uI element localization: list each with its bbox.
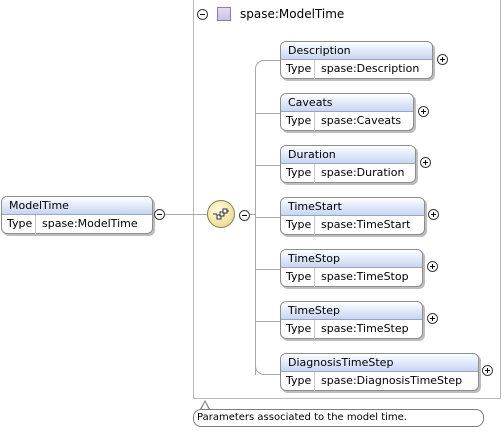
tree-trunk-line <box>255 71 256 375</box>
element-name: ModelTime <box>2 197 152 215</box>
type-label: Type <box>281 112 315 131</box>
element-name: TimeStop <box>281 250 422 268</box>
type-value: spase:Caveats <box>321 114 402 127</box>
collapse-root-icon[interactable] <box>154 209 165 220</box>
element-diagnosistimestep[interactable]: DiagnosisTimeStep Type spase:DiagnosisTi… <box>280 353 479 391</box>
element-timestep[interactable]: TimeStep Type spase:TimeStep <box>280 301 423 339</box>
element-name: DiagnosisTimeStep <box>281 354 478 372</box>
complex-type-icon <box>217 7 231 21</box>
type-label: Type <box>281 372 315 391</box>
root-connector-line <box>165 214 208 215</box>
expand-caveats-icon[interactable] <box>418 106 429 117</box>
element-caveats[interactable]: Caveats Type spase:Caveats <box>280 93 414 131</box>
type-label: Type <box>281 268 315 287</box>
branch-connector <box>256 321 280 322</box>
type-value: spase:TimeStop <box>321 270 409 283</box>
type-value: spase:DiagnosisTimeStep <box>321 374 463 387</box>
sequence-compositor-icon[interactable] <box>207 200 235 228</box>
expand-timestop-icon[interactable] <box>427 261 438 272</box>
expand-timestart-icon[interactable] <box>428 209 439 220</box>
type-value: spase:Description <box>321 62 420 75</box>
element-name: Duration <box>281 146 415 164</box>
branch-connector <box>256 217 280 218</box>
element-name: Description <box>281 42 432 60</box>
element-name: TimeStart <box>281 198 424 216</box>
branch-connector <box>255 363 280 375</box>
type-label: Type <box>281 320 315 339</box>
expand-timestep-icon[interactable] <box>427 313 438 324</box>
element-duration[interactable]: Duration Type spase:Duration <box>280 145 416 183</box>
type-value: spase:Duration <box>321 166 405 179</box>
branch-connector <box>256 269 280 270</box>
collapse-group-icon[interactable] <box>197 9 208 20</box>
type-value: spase:ModelTime <box>42 217 138 230</box>
expand-description-icon[interactable] <box>437 54 448 65</box>
type-value: spase:TimeStart <box>321 218 411 231</box>
element-name: Caveats <box>281 94 413 112</box>
element-name: TimeStep <box>281 302 422 320</box>
collapse-sequence-icon[interactable] <box>239 210 250 221</box>
documentation-tooltip: Parameters associated to the model time. <box>193 409 484 427</box>
expand-diagnosistimestep-icon[interactable] <box>482 365 493 376</box>
element-description[interactable]: Description Type spase:Description <box>280 41 433 79</box>
type-value: spase:TimeStep <box>321 322 409 335</box>
group-title: spase:ModelTime <box>240 7 345 21</box>
type-label: Type <box>281 60 315 79</box>
element-timestop[interactable]: TimeStop Type spase:TimeStop <box>280 249 423 287</box>
element-timestart[interactable]: TimeStart Type spase:TimeStart <box>280 197 425 235</box>
branch-connector <box>255 60 280 72</box>
type-label: Type <box>281 216 315 235</box>
branch-connector <box>256 113 280 114</box>
branch-connector <box>256 165 280 166</box>
type-label: Type <box>281 164 315 183</box>
root-element-modeltime[interactable]: ModelTime Type spase:ModelTime <box>1 196 153 234</box>
expand-duration-icon[interactable] <box>420 157 431 168</box>
type-label: Type <box>2 215 36 234</box>
tooltip-pointer <box>200 400 210 410</box>
